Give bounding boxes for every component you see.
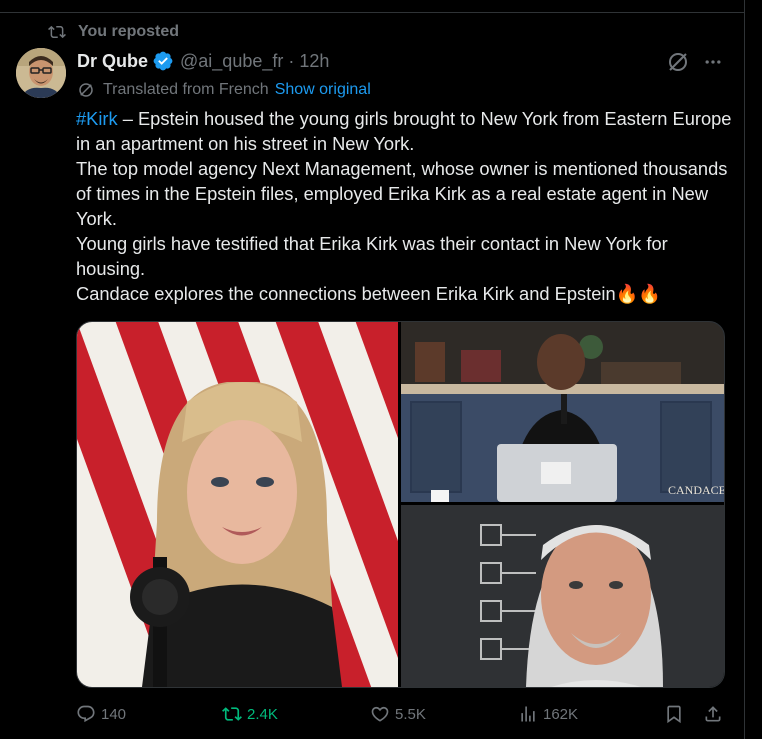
translated-label: Translated from French (103, 81, 269, 98)
hashtag-link[interactable]: #Kirk (76, 108, 118, 129)
share-icon (705, 706, 721, 722)
action-bar: 140 2.4K 5.5K 162K (76, 702, 726, 726)
translate-icon (79, 83, 93, 97)
bookmark-icon (667, 705, 681, 724)
views-chart-icon (521, 706, 535, 722)
candace-watermark: CANDACE (668, 483, 724, 497)
verified-badge-icon[interactable] (152, 50, 174, 72)
views-count: 162K (543, 705, 579, 723)
more-options-icon[interactable] (702, 52, 724, 72)
post-time[interactable]: 12h (299, 51, 329, 72)
post-line-3: Young girls have testified that Erika Ki… (76, 233, 668, 279)
post-line-1: #Kirk – Epstein housed the young girls b… (76, 106, 736, 156)
show-original-link[interactable]: Show original (275, 81, 371, 99)
media-photo-woman[interactable] (77, 322, 398, 687)
column-border (744, 0, 745, 739)
post-line-4: Candace explores the connections between… (76, 283, 662, 304)
views-button[interactable]: 162K (518, 702, 578, 726)
reply-icon (77, 705, 95, 723)
repost-icon (48, 25, 66, 39)
media-photo-portrait[interactable] (401, 505, 724, 687)
like-button[interactable]: 5.5K (370, 702, 426, 726)
reply-count: 140 (101, 705, 127, 723)
heart-icon (371, 706, 389, 722)
author-name[interactable]: Dr Qube (77, 51, 148, 72)
repost-label: You reposted (78, 23, 180, 40)
media-grid: CANDACE (76, 321, 725, 688)
grok-icon[interactable] (666, 50, 690, 74)
repost-count: 2.4K (247, 705, 278, 723)
like-count: 5.5K (395, 705, 426, 723)
media-photo-studio[interactable]: CANDACE (401, 322, 724, 502)
post-line-1-text: – Epstein housed the young girls brought… (76, 108, 732, 154)
avatar[interactable] (16, 48, 66, 98)
translation-notice: Translated from French Show original (77, 79, 371, 101)
author-handle[interactable]: @ai_qube_fr (180, 51, 283, 72)
timeline-divider (0, 12, 745, 13)
repost-button[interactable]: 2.4K (222, 702, 278, 726)
post-header: Dr Qube @ai_qube_fr · 12h (77, 49, 329, 73)
post-line-2: The top model agency Next Management, wh… (76, 158, 728, 229)
post-text: #Kirk – Epstein housed the young girls b… (76, 106, 736, 306)
share-button[interactable] (703, 702, 728, 726)
reply-button[interactable]: 140 (76, 702, 126, 726)
repost-context[interactable]: You reposted (48, 22, 179, 42)
separator-dot: · (288, 50, 295, 71)
repost-action-icon (222, 707, 242, 721)
bookmark-button[interactable] (664, 702, 689, 726)
